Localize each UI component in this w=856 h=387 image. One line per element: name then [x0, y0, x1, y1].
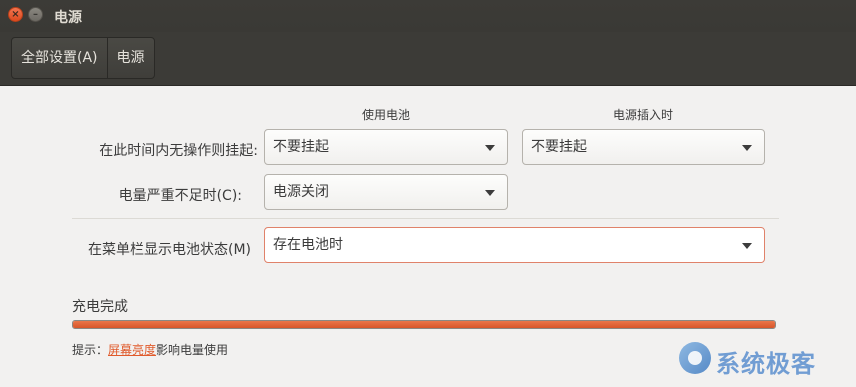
suspend-plugged-value: 不要挂起 — [531, 139, 587, 155]
critical-battery-label: 电量严重不足时(C): — [118, 188, 242, 204]
column-header-battery: 使用电池 — [362, 108, 411, 122]
chevron-down-icon — [742, 243, 752, 249]
watermark-text: 系统极客 — [716, 350, 816, 378]
minimize-icon: – — [33, 9, 38, 20]
window-title: 电源 — [54, 10, 82, 26]
watermark-icon — [679, 342, 711, 374]
battery-level-bar — [72, 320, 776, 329]
all-settings-button[interactable]: 全部设置(A) — [12, 38, 107, 78]
minimize-button[interactable]: – — [28, 7, 43, 22]
battery-status-label: 充电完成 — [72, 299, 128, 315]
power-settings-panel: 使用电池 电源插入时 在此时间内无操作则挂起: 不要挂起 不要挂起 电量严重不足… — [0, 86, 856, 387]
critical-battery-value: 电源关闭 — [273, 184, 329, 200]
suspend-label: 在此时间内无操作则挂起: — [99, 143, 258, 159]
title-bar: × – 电源 — [0, 0, 856, 32]
screen-brightness-link[interactable]: 屏幕亮度 — [108, 343, 156, 357]
hint-suffix: 影响电量使用 — [156, 343, 229, 357]
watermark-logo: 系统极客 — [674, 340, 854, 380]
close-icon: × — [11, 9, 20, 20]
suspend-battery-combo[interactable]: 不要挂起 — [264, 129, 508, 165]
chevron-down-icon — [742, 145, 752, 151]
chevron-down-icon — [485, 190, 495, 196]
toolbar: 全部设置(A) 电源 — [0, 32, 856, 86]
hint-prefix: 提示： — [72, 343, 109, 357]
close-button[interactable]: × — [8, 7, 23, 22]
hint-text: 提示：屏幕亮度影响电量使用 — [72, 341, 228, 358]
menubar-status-label: 在菜单栏显示电池状态(M) — [87, 242, 251, 258]
breadcrumb-current[interactable]: 电源 — [106, 38, 154, 78]
menubar-status-combo[interactable]: 存在电池时 — [264, 227, 765, 263]
menubar-status-value: 存在电池时 — [273, 237, 343, 253]
column-header-plugged-in: 电源插入时 — [613, 108, 674, 122]
chevron-down-icon — [485, 145, 495, 151]
divider — [72, 218, 779, 219]
suspend-battery-value: 不要挂起 — [273, 139, 329, 155]
breadcrumb: 全部设置(A) 电源 — [11, 37, 155, 79]
suspend-plugged-combo[interactable]: 不要挂起 — [522, 129, 765, 165]
critical-battery-combo[interactable]: 电源关闭 — [264, 174, 508, 210]
battery-level-fill — [73, 321, 775, 328]
